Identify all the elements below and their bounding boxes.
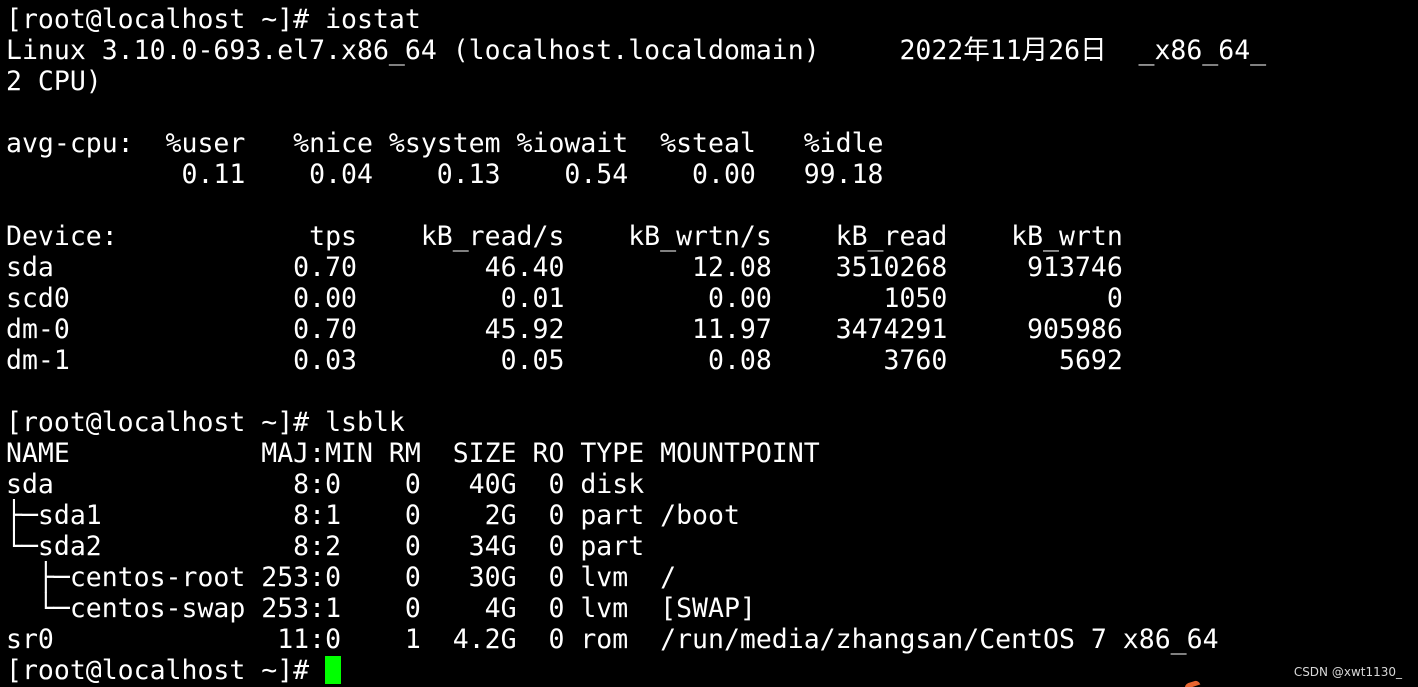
text-cursor[interactable] [325,656,342,684]
terminal-window[interactable]: [root@localhost ~]# iostat Linux 3.10.0-6… [0,0,1418,687]
lsblk-row-sda1: ├─sda1 8:1 0 2G 0 part /boot [6,500,740,531]
command-line-lsblk: [root@localhost ~]# lsblk [6,407,405,438]
avg-cpu-header: avg-cpu: %user %nice %system %iowait %st… [6,128,884,159]
watermark: CSDN @xwt1130_ [1293,665,1402,679]
iostat-system-info: Linux 3.10.0-693.el7.x86_64 (localhost.l… [6,35,1267,66]
lsblk-row-sda: sda 8:0 0 40G 0 disk [6,469,645,500]
current-prompt-line[interactable]: [root@localhost ~]# [6,655,1266,686]
device-table-header: Device: tps kB_read/s kB_wrtn/s kB_read … [6,221,1123,252]
avg-cpu-values: 0.11 0.04 0.13 0.54 0.00 99.18 [6,159,884,190]
device-row-sda: sda 0.70 46.40 12.08 3510268 913746 [6,252,1123,283]
lsblk-row-centos-root: ├─centos-root 253:0 0 30G 0 lvm / [6,562,677,593]
lsblk-row-sr0: sr0 11:0 1 4.2G 0 rom /run/media/zhangsa… [6,624,1219,655]
device-row-dm-0: dm-0 0.70 45.92 11.97 3474291 905986 [6,314,1123,345]
device-row-scd0: scd0 0.00 0.01 0.00 1050 0 [6,283,1123,314]
terminal-output: [root@localhost ~]# iostat Linux 3.10.0-6… [6,4,1266,686]
command-line-iostat: [root@localhost ~]# iostat [6,4,421,35]
lsblk-row-sda2: └─sda2 8:2 0 34G 0 part [6,531,645,562]
shell-prompt: [root@localhost ~]# [6,655,326,686]
lsblk-header: NAME MAJ:MIN RM SIZE RO TYPE MOUNTPOINT [6,438,820,469]
iostat-cpu-count: 2 CPU) [6,66,102,97]
device-row-dm-1: dm-1 0.03 0.05 0.08 3760 5692 [6,345,1123,376]
lsblk-row-centos-swap: └─centos-swap 253:1 0 4G 0 lvm [SWAP] [6,593,756,624]
